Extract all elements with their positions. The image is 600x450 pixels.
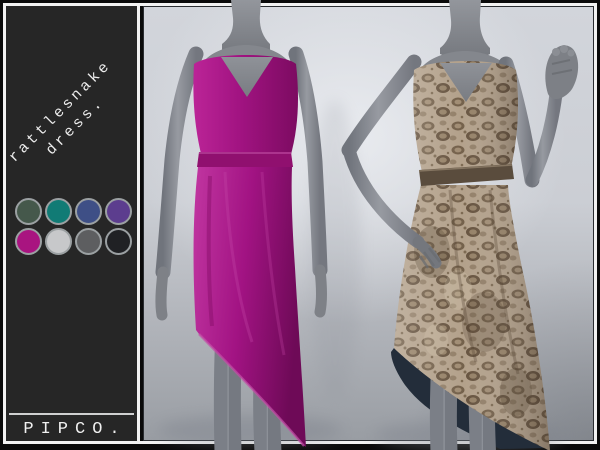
swatch-black	[105, 228, 132, 255]
product-title-line-2: dress.	[4, 55, 146, 197]
swatch-grid	[15, 198, 132, 255]
product-title-line-1: rattlesnake	[0, 41, 132, 183]
swatch-purple	[105, 198, 132, 225]
sidebar-panel: rattlesnake dress. PIPCO.	[6, 6, 137, 441]
swatch-light-gray	[45, 228, 72, 255]
swatch-slate-blue	[75, 198, 102, 225]
brand-divider	[9, 413, 134, 415]
brand-logo: PIPCO.	[6, 420, 137, 440]
swatch-magenta	[15, 228, 42, 255]
product-preview-image: rattlesnake dress. PIPCO.	[0, 0, 600, 450]
panel-separator	[137, 6, 140, 441]
swatch-mid-gray	[75, 228, 102, 255]
swatch-forest-green	[15, 198, 42, 225]
stage-background	[143, 6, 594, 441]
product-title: rattlesnake dress.	[0, 41, 146, 198]
swatch-teal	[45, 198, 72, 225]
